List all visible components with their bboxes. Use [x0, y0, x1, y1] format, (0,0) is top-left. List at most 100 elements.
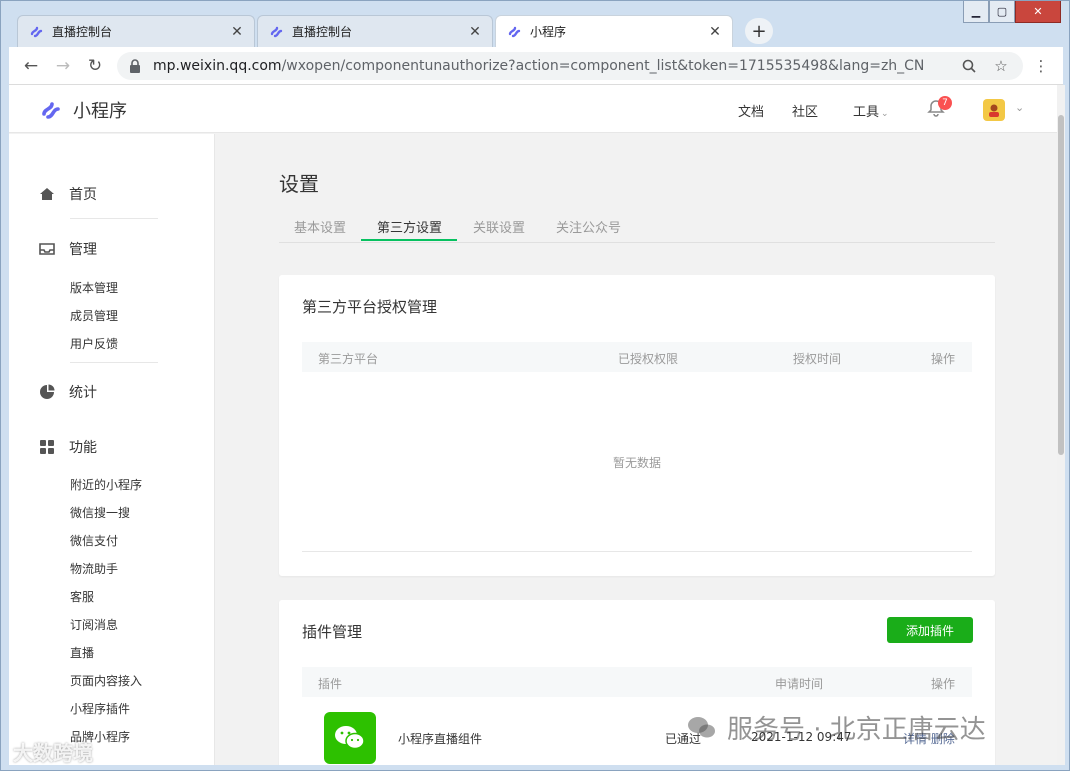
pie-chart-icon: [40, 384, 55, 399]
miniprogram-favicon-icon: [30, 26, 43, 37]
page-title: 设置: [279, 172, 319, 196]
corner-watermark: 大数跨境: [13, 741, 93, 765]
close-icon[interactable]: ✕: [708, 24, 722, 40]
third-party-card: 第三方平台授权管理 第三方平台 已授权权限 授权时间 操作 暂无数据: [279, 275, 995, 576]
browser-tab-title: 直播控制台: [292, 25, 353, 39]
column-header: 第三方平台: [318, 352, 379, 366]
avatar-image-icon: [989, 104, 999, 117]
browser-tab-3[interactable]: 小程序 ✕: [495, 15, 733, 47]
lock-icon: [130, 59, 140, 73]
chevron-down-icon: ⌄: [881, 109, 889, 119]
wechat-logo-icon: [324, 712, 376, 764]
wechat-watermark-icon: [688, 716, 715, 737]
sidebar-item-logistics[interactable]: 物流助手: [70, 560, 118, 577]
tab-follow-account[interactable]: 关注公众号: [556, 217, 621, 236]
tools-label: 工具: [853, 105, 880, 120]
column-header: 操作: [931, 677, 956, 691]
browser-tab-2[interactable]: 直播控制台 ✕: [257, 15, 493, 47]
reload-icon[interactable]: ↻: [83, 54, 107, 78]
close-icon[interactable]: ✕: [230, 24, 244, 40]
window-close-button[interactable]: ✕: [1015, 1, 1061, 23]
column-header: 插件: [318, 677, 343, 691]
column-header: 已授权权限: [618, 352, 679, 366]
browser-toolbar: ← → ↻ mp.weixin.qq.com/wxopen/componentu…: [9, 47, 1063, 85]
tab-related[interactable]: 关联设置: [473, 217, 525, 236]
miniprogram-favicon-icon: [508, 26, 521, 37]
sidebar-item-home[interactable]: 首页: [39, 184, 97, 204]
sidebar-item-label: 管理: [69, 242, 97, 258]
url-path: /wxopen/componentunauthorize?action=comp…: [281, 58, 925, 74]
home-icon: [40, 188, 54, 200]
sidebar-item-subscribe[interactable]: 订阅消息: [70, 616, 118, 633]
column-header: 授权时间: [793, 352, 842, 366]
inbox-icon: [39, 243, 55, 255]
site-header: 小程序 文档 社区 工具 ⌄ 7 ⌄: [9, 85, 1057, 133]
main-content: 设置 基本设置 第三方设置 关联设置 关注公众号 第三方平台授权管理 第三方平台…: [215, 134, 1057, 765]
sidebar-item-manage[interactable]: 管理: [39, 239, 97, 259]
sidebar-item-label: 功能: [69, 440, 97, 456]
maximize-button[interactable]: ▢: [989, 1, 1015, 23]
bookmark-star-icon[interactable]: ☆: [991, 56, 1011, 76]
table-header: 第三方平台 已授权权限 授权时间 操作: [302, 342, 972, 372]
vertical-scrollbar[interactable]: [1057, 85, 1065, 765]
sidebar-item-versions[interactable]: 版本管理: [70, 279, 118, 296]
miniprogram-favicon-icon: [270, 26, 283, 37]
card-title: 第三方平台授权管理: [302, 298, 438, 316]
tools-menu[interactable]: 工具 ⌄: [853, 101, 889, 120]
new-tab-button[interactable]: +: [745, 18, 773, 44]
sidebar-item-feedback[interactable]: 用户反馈: [70, 335, 118, 352]
chevron-down-icon[interactable]: ⌄: [1015, 101, 1024, 114]
column-header: 操作: [931, 352, 956, 366]
grid-icon: [40, 440, 54, 454]
close-icon[interactable]: ✕: [468, 24, 482, 40]
plugin-name: 小程序直播组件: [398, 732, 483, 746]
browser-tab-title: 小程序: [530, 25, 567, 39]
sidebar-item-live[interactable]: 直播: [70, 644, 94, 661]
sidebar-item-search[interactable]: 微信搜一搜: [70, 504, 130, 521]
back-arrow-icon[interactable]: ←: [19, 54, 43, 78]
scrollbar-thumb[interactable]: [1058, 115, 1064, 455]
watermark-text: 服务号 · 北京正唐云达: [727, 715, 986, 745]
empty-state: 暂无数据: [612, 456, 661, 470]
forward-arrow-icon[interactable]: →: [51, 54, 75, 78]
sidebar-item-features[interactable]: 功能: [39, 437, 97, 457]
sidebar-item-plugins[interactable]: 小程序插件: [70, 700, 130, 717]
sidebar-item-stats[interactable]: 统计: [39, 382, 97, 402]
url-host: mp.weixin.qq.com: [153, 58, 282, 74]
sidebar-item-content[interactable]: 页面内容接入: [70, 672, 142, 689]
menu-kebab-icon[interactable]: ⋮: [1031, 56, 1051, 76]
sidebar-divider: [70, 218, 158, 219]
web-page: 小程序 文档 社区 工具 ⌄ 7 ⌄ 首页 管理 版本管理 成员管理 用户反馈 …: [9, 85, 1057, 765]
tab-third-party[interactable]: 第三方设置: [377, 217, 442, 236]
watermark: 服务号 · 北京正唐云达: [687, 709, 986, 746]
sidebar-divider: [70, 362, 158, 363]
sidebar-item-pay[interactable]: 微信支付: [70, 532, 118, 549]
tab-strip: 直播控制台 ✕ 直播控制台 ✕ 小程序 ✕ +: [9, 1, 1063, 47]
add-plugin-button[interactable]: 添加插件: [887, 617, 973, 643]
sidebar-item-service[interactable]: 客服: [70, 588, 94, 605]
table-divider: [302, 551, 972, 552]
sidebar-item-nearby[interactable]: 附近的小程序: [70, 476, 142, 493]
sidebar-item-label: 统计: [69, 385, 97, 401]
browser-tab-title: 直播控制台: [52, 25, 113, 39]
address-bar[interactable]: mp.weixin.qq.com/wxopen/componentunautho…: [117, 52, 1023, 80]
settings-tabs: 基本设置 第三方设置 关联设置 关注公众号: [279, 211, 995, 243]
column-header: 申请时间: [775, 677, 824, 691]
community-link[interactable]: 社区: [792, 101, 818, 120]
notification-badge: 7: [938, 96, 952, 110]
zoom-icon[interactable]: [959, 56, 979, 76]
sidebar-item-members[interactable]: 成员管理: [70, 307, 118, 324]
brand-name: 小程序: [73, 101, 127, 122]
tab-basic[interactable]: 基本设置: [294, 217, 346, 236]
card-title: 插件管理: [302, 623, 363, 641]
active-tab-indicator: [361, 239, 457, 241]
docs-link[interactable]: 文档: [738, 101, 764, 120]
sidebar-item-label: 首页: [69, 187, 97, 203]
minimize-button[interactable]: ▁: [963, 1, 989, 23]
sidebar: 首页 管理 版本管理 成员管理 用户反馈 统计 功能 附近的小程序 微信搜一搜 …: [9, 134, 215, 765]
browser-window: 直播控制台 ✕ 直播控制台 ✕ 小程序 ✕ + ▁ ▢ ✕ ← → ↻ mp.w…: [0, 0, 1070, 771]
miniprogram-logo-icon: [42, 102, 60, 119]
avatar[interactable]: [983, 99, 1005, 121]
brand[interactable]: 小程序: [39, 97, 127, 123]
browser-tab-1[interactable]: 直播控制台 ✕: [17, 15, 255, 47]
